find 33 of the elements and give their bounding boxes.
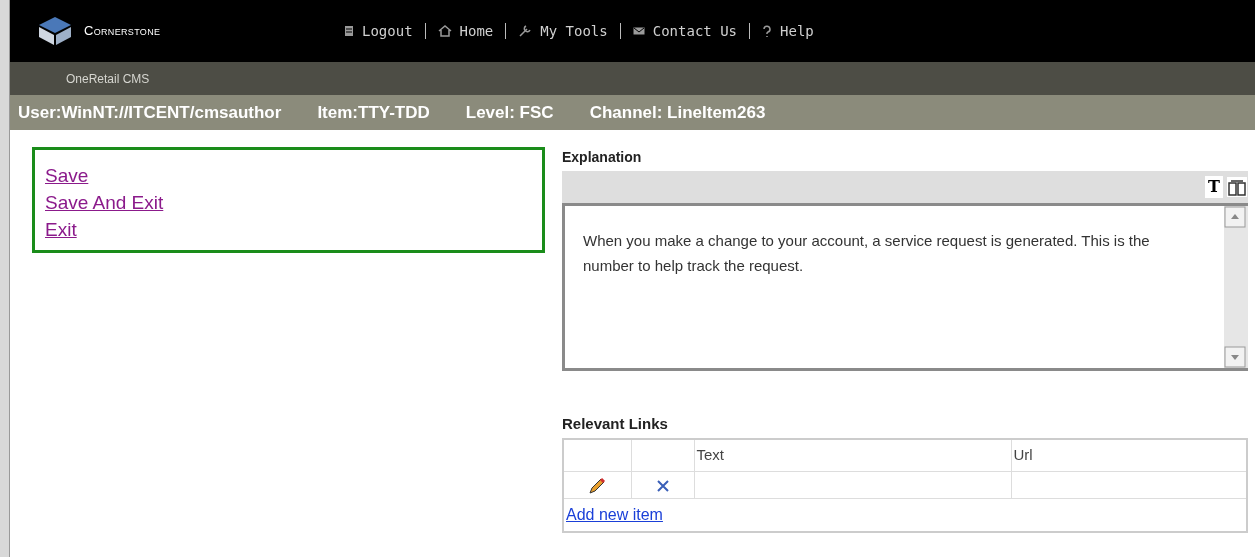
wrench-icon	[518, 24, 533, 38]
action-link[interactable]: Save And Exit	[45, 189, 164, 216]
house-icon	[437, 25, 452, 37]
section-label: Explanation	[562, 148, 643, 167]
scroll-down-icon[interactable]	[1224, 346, 1246, 368]
columns-icon[interactable]	[1227, 177, 1247, 197]
column-header: Text	[694, 438, 1011, 472]
action-link[interactable]: Save	[45, 162, 89, 189]
info-text: Level: FSC	[465, 101, 554, 124]
question-icon	[762, 24, 773, 38]
scrollbar[interactable]	[1224, 206, 1248, 368]
section-label: Relevant Links	[562, 414, 669, 434]
info-text: Item:TTY-TDD	[317, 101, 430, 124]
nav-link[interactable]: Home	[437, 20, 494, 42]
add-item-link[interactable]: Add new item	[566, 505, 663, 523]
delete-icon[interactable]	[654, 477, 671, 494]
app-title: OneRetail CMS	[66, 70, 150, 88]
logo-text: Cornerstone	[84, 22, 161, 41]
info-text: User:WinNT://ITCENT/cmsauthor	[18, 101, 282, 124]
logo-icon	[38, 16, 72, 46]
nav-link[interactable]: My Tools	[518, 20, 608, 42]
text-format-button[interactable]: T	[1205, 176, 1223, 198]
info-text: Channel: LineItem263	[589, 101, 766, 124]
action-link[interactable]: Exit	[45, 216, 77, 243]
scroll-up-icon[interactable]	[1224, 206, 1246, 228]
nav-link[interactable]: Help	[762, 20, 814, 42]
nav-link[interactable]: Contact Us	[632, 20, 738, 42]
nav-link[interactable]: Logout	[344, 20, 413, 42]
mail-icon	[632, 26, 645, 36]
document-icon	[344, 25, 354, 37]
explanation-text: When you make a change to your account, a service request is generated. This is the number to help track the request.	[582, 231, 1151, 276]
explanation-textarea[interactable]: When you make a change to your account, a service request is generated. This is the number to help track the request.	[562, 203, 1248, 371]
pencil-icon[interactable]	[587, 475, 608, 496]
